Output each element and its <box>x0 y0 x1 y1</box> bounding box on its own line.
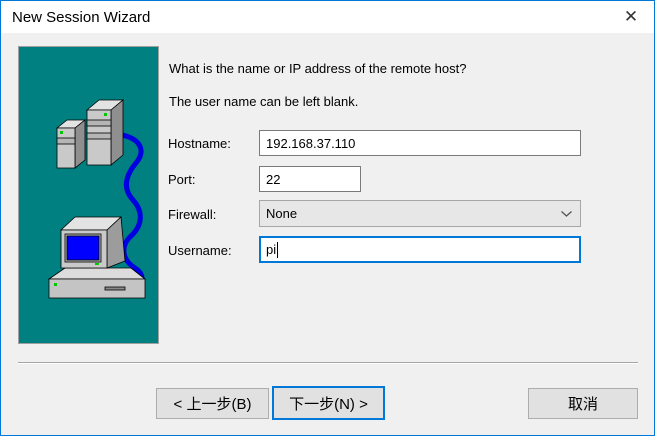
hostname-input[interactable] <box>259 130 581 156</box>
port-input[interactable] <box>259 166 361 192</box>
hostname-label: Hostname: <box>168 136 231 151</box>
text-caret <box>277 241 279 258</box>
port-label: Port: <box>168 172 196 187</box>
username-input[interactable]: pi <box>259 236 581 263</box>
firewall-selected-value: None <box>266 206 298 221</box>
cancel-button-label: 取消 <box>567 396 598 413</box>
separator-line <box>18 362 638 364</box>
back-button-label: < 上一步(B) <box>173 396 252 413</box>
close-icon: ✕ <box>623 6 639 26</box>
cancel-button[interactable]: 取消 <box>528 388 638 419</box>
chevron-down-icon <box>561 210 572 217</box>
large-server-icon <box>85 99 125 166</box>
computers-cable-artwork-icon <box>47 99 147 299</box>
next-button-label: 下一步(N) > <box>289 395 368 413</box>
desktop-computer-icon <box>47 216 147 299</box>
wizard-artwork-panel <box>18 46 159 344</box>
window-title: New Session Wizard <box>12 8 151 26</box>
username-value: pi <box>266 242 277 257</box>
new-session-wizard-dialog: New Session Wizard ✕ What is the name or… <box>0 0 655 436</box>
username-label: Username: <box>168 243 232 258</box>
small-server-icon <box>55 119 87 169</box>
close-button[interactable]: ✕ <box>608 1 654 32</box>
firewall-select[interactable]: None <box>259 200 581 227</box>
firewall-label: Firewall: <box>168 207 217 222</box>
next-button[interactable]: 下一步(N) > <box>272 386 385 420</box>
title-bar[interactable]: New Session Wizard <box>1 1 654 33</box>
hint-text: The user name can be left blank. <box>169 94 359 109</box>
question-text: What is the name or IP address of the re… <box>169 61 467 76</box>
back-button[interactable]: < 上一步(B) <box>156 388 269 419</box>
